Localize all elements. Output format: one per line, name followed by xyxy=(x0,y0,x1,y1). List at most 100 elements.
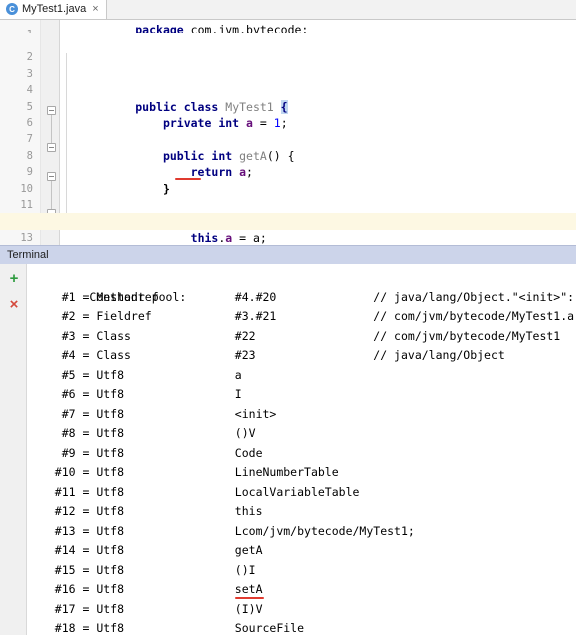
constant-pool-value: setA xyxy=(234,580,264,600)
constant-pool-entry: #13 = Utf8 Lcom/jvm/bytecode/MyTest1; xyxy=(34,522,576,542)
editor-tab-mytest1[interactable]: C MyTest1.java × xyxy=(0,0,107,19)
code-line-2: 2 xyxy=(0,33,576,63)
constant-pool-tag: = Utf8 xyxy=(82,523,235,538)
constant-pool-entry: #17 = Utf8 (I)V xyxy=(34,600,576,620)
constant-pool-value: SourceFile xyxy=(234,621,305,635)
error-underline-seta-terminal xyxy=(234,596,264,599)
constant-pool-tag: = Utf8 xyxy=(82,465,235,479)
constant-pool-comment: // java/lang/Object xyxy=(373,348,505,362)
constant-pool-entry: #16 = Utf8 setA xyxy=(34,580,576,600)
constant-pool-value: (I)V xyxy=(234,601,263,616)
constant-pool-tag: = Utf8 xyxy=(82,426,235,440)
constant-pool-value: getA xyxy=(234,543,263,557)
constant-pool-index: #5 xyxy=(34,367,83,382)
code-line-4: 4 private int a = 1; xyxy=(0,66,576,130)
constant-pool-tag: = Fieldref xyxy=(82,309,235,323)
close-icon[interactable]: × xyxy=(92,3,98,15)
constant-pool-index: #8 xyxy=(34,426,83,440)
constant-pool-tag: = Utf8 xyxy=(82,562,235,577)
constant-pool-index: #1 xyxy=(34,289,83,304)
package-name: com.jvm.bytecode; xyxy=(183,23,309,33)
constant-pool-index: #9 xyxy=(34,445,83,460)
constant-pool-entry: #14 = Utf8 getA xyxy=(34,541,576,561)
constant-pool-value: #22 xyxy=(234,328,374,343)
code-line-6: 6 public int getA() { xyxy=(0,99,576,163)
constant-pool-entry: #2 = Fieldref #3.#21 // com/jvm/bytecode… xyxy=(34,307,576,327)
constant-pool-comment: // com/jvm/bytecode/MyTest1 xyxy=(373,328,561,343)
constant-pool-tag: = Utf8 xyxy=(82,543,235,557)
constant-pool-value: Code xyxy=(234,445,263,460)
constant-pool-value: ()V xyxy=(234,426,256,440)
constant-pool-tag: = Utf8 xyxy=(82,504,235,518)
constant-pool-tag: = Utf8 xyxy=(82,406,235,421)
keyword-this: this xyxy=(190,230,219,245)
code-line-5: 5 xyxy=(0,82,576,113)
constant-pool-tag: = Utf8 xyxy=(82,601,235,616)
constant-pool-index: #14 xyxy=(34,543,83,557)
constant-pool-entry: #10 = Utf8 LineNumberTable xyxy=(34,463,576,483)
constant-pool-rows: #1 = Methodref #4.#20 // java/lang/Objec… xyxy=(34,288,576,635)
constant-pool-tag: = Class xyxy=(82,328,235,343)
constant-pool-entry: #18 = Utf8 SourceFile xyxy=(34,619,576,635)
constant-pool-value: this xyxy=(234,504,263,518)
constant-pool-index: #11 xyxy=(34,484,83,499)
constant-pool-entry: #8 = Utf8 ()V xyxy=(34,424,576,444)
terminal-sidebar: + × xyxy=(0,264,27,635)
constant-pool-entry: #7 = Utf8 <init> xyxy=(34,405,576,425)
constant-pool-entry: #5 = Utf8 a xyxy=(34,366,576,386)
constant-pool-value: LocalVariableTable xyxy=(234,484,360,499)
line-number: 13 xyxy=(20,231,33,244)
java-class-icon: C xyxy=(6,3,18,15)
code-line-12: 12 } xyxy=(0,197,576,227)
add-terminal-icon[interactable]: + xyxy=(6,270,22,286)
constant-pool-index: #10 xyxy=(34,465,83,479)
ide-window: C MyTest1.java × 1 package com.jvm.bytec… xyxy=(0,0,576,635)
constant-pool-entry: #9 = Utf8 Code xyxy=(34,444,576,464)
terminal-panel-header[interactable]: Terminal xyxy=(0,245,576,264)
close-terminal-icon[interactable]: × xyxy=(6,296,22,312)
constant-pool-value: <init> xyxy=(234,406,277,421)
editor-tab-bar: C MyTest1.java × xyxy=(0,0,576,20)
constant-pool-tag: = Utf8 xyxy=(82,582,235,596)
terminal-line-header: Constant pool: xyxy=(34,268,576,304)
constant-pool-index: #16 xyxy=(34,582,83,596)
constant-pool-comment: // java/lang/Object."<init>":()V xyxy=(373,289,576,304)
code-line-11: 11 this.a = a; xyxy=(0,181,576,245)
constant-pool-value: Lcom/jvm/bytecode/MyTest1; xyxy=(234,523,415,538)
constant-pool-tag: = Utf8 xyxy=(82,484,235,499)
constant-pool-value: ()I xyxy=(234,562,256,577)
constant-pool-tag: = Utf8 xyxy=(82,621,235,635)
constant-pool-entry: #11 = Utf8 LocalVariableTable xyxy=(34,483,576,503)
constant-pool-value: LineNumberTable xyxy=(234,465,339,479)
constant-pool-value: #4.#20 xyxy=(234,289,374,304)
code-line-8: 8 } xyxy=(0,131,576,196)
constant-pool-value: #23 xyxy=(234,348,374,362)
code-line-13: 13 } xyxy=(0,213,576,244)
constant-pool-entry: #1 = Methodref #4.#20 // java/lang/Objec… xyxy=(34,288,576,308)
code-line-1: 1 package com.jvm.bytecode; xyxy=(0,20,576,33)
keyword-package: package xyxy=(135,23,184,33)
terminal-output[interactable]: Constant pool: #1 = Methodref #4.#20 // … xyxy=(27,264,576,635)
constant-pool-entry: #4 = Class #23 // java/lang/Object xyxy=(34,346,576,366)
constant-pool-value: I xyxy=(234,387,242,401)
constant-pool-entry: #15 = Utf8 ()I xyxy=(34,561,576,581)
constant-pool-tag: = Utf8 xyxy=(82,445,235,460)
code-line-10: 10 public void setA(int a) { xyxy=(0,164,576,228)
terminal-title: Terminal xyxy=(7,249,49,261)
constant-pool-value: a xyxy=(234,367,242,382)
code-editor[interactable]: 1 package com.jvm.bytecode; 2 3 public c… xyxy=(0,20,576,247)
code-line-9: 9 xyxy=(0,148,576,178)
code-line-7: 7 return a; xyxy=(0,115,576,179)
assignment-tail: = a; xyxy=(232,230,267,245)
constant-pool-index: #15 xyxy=(34,562,83,577)
constant-pool-index: #7 xyxy=(34,406,83,421)
constant-pool-value: #3.#21 xyxy=(234,309,374,323)
constant-pool-index: #4 xyxy=(34,348,83,362)
constant-pool-index: #18 xyxy=(34,621,83,635)
code-lines: 1 package com.jvm.bytecode; 2 3 public c… xyxy=(0,20,576,245)
constant-pool-tag: = Class xyxy=(82,348,235,362)
terminal-panel: + × Constant pool: #1 = Methodref #4.#20… xyxy=(0,264,576,635)
constant-pool-tag: = Utf8 xyxy=(82,387,235,401)
tab-label: MyTest1.java xyxy=(22,3,87,15)
constant-pool-index: #6 xyxy=(34,387,83,401)
